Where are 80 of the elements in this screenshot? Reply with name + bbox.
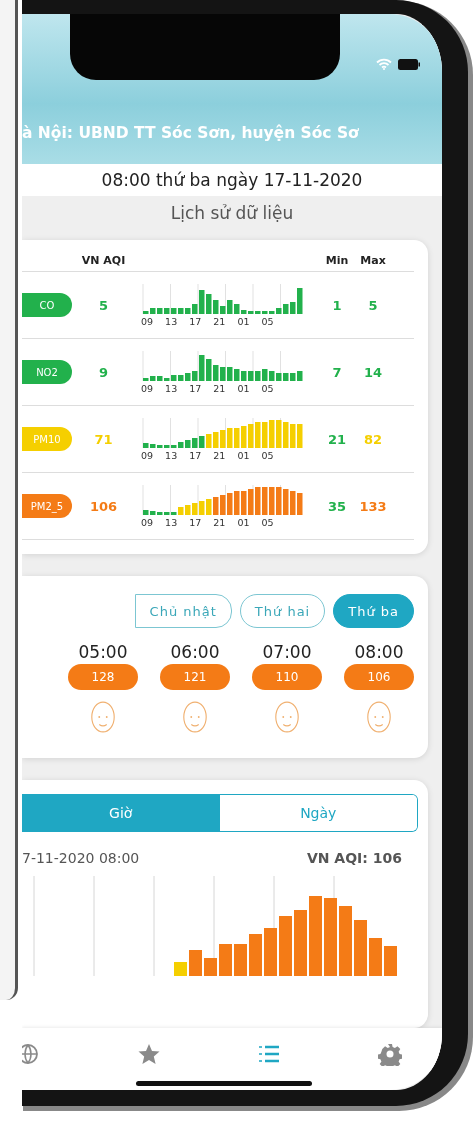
chart-bar xyxy=(234,944,247,976)
chart-bar xyxy=(339,906,352,976)
wifi-icon xyxy=(376,58,392,70)
chart-bar xyxy=(264,928,277,976)
battery-icon xyxy=(398,58,420,70)
hour-tick: 09 xyxy=(141,382,154,394)
hour-tick: 13 xyxy=(165,315,178,327)
aqi-badge: 110 xyxy=(252,664,322,690)
hour-time: 05:00 xyxy=(78,642,128,662)
hour-tick: 13 xyxy=(165,516,178,528)
column-header: VN AQI xyxy=(80,254,127,267)
pollutant-badge: PM10 xyxy=(22,427,72,451)
hour-tick: 05 xyxy=(261,449,274,461)
chart-bar xyxy=(294,910,307,976)
hour-tick: 21 xyxy=(213,315,226,327)
hour-tick: 05 xyxy=(261,382,274,394)
min-value: 1 xyxy=(331,297,343,313)
face-icon xyxy=(181,700,209,734)
face-icon xyxy=(365,700,393,734)
column-header: Max xyxy=(359,254,387,267)
min-value: 35 xyxy=(326,498,348,514)
hour-tick: 17 xyxy=(189,382,202,394)
max-value: 133 xyxy=(358,498,388,514)
hour-tick: 17 xyxy=(189,449,202,461)
station-title: à Nội: UBND TT Sóc Sơn, huyện Sóc Sơ xyxy=(22,124,360,142)
day-tab[interactable]: Thứ ba xyxy=(333,594,414,628)
hour-tick: 17 xyxy=(189,516,202,528)
chart-bar xyxy=(204,958,217,976)
column-header: Min xyxy=(324,254,350,267)
max-value: 14 xyxy=(362,364,384,380)
hour-tick: 21 xyxy=(213,382,226,394)
hour-tick: 09 xyxy=(141,516,154,528)
hour-tick: 09 xyxy=(141,315,154,327)
aqi-value: 106 xyxy=(88,498,119,514)
max-value: 82 xyxy=(362,431,384,447)
aqi-value: 9 xyxy=(97,364,109,380)
chart-bar xyxy=(354,920,367,976)
hour-tick: 13 xyxy=(165,382,178,394)
aqi-badge: 121 xyxy=(160,664,230,690)
hour-tick: 01 xyxy=(237,516,250,528)
chart-bar xyxy=(219,944,232,976)
hour-time: 06:00 xyxy=(170,642,220,662)
timestamp: 7-11-2020 08:00 xyxy=(22,850,140,866)
max-value: 5 xyxy=(367,297,379,313)
face-icon xyxy=(273,700,301,734)
hour-tick: 21 xyxy=(213,449,226,461)
chart-bar xyxy=(369,938,382,976)
globe-icon[interactable] xyxy=(22,1042,40,1066)
pollutant-badge: PM2_5 xyxy=(22,494,72,518)
hour-tick: 01 xyxy=(237,382,250,394)
hour-time: 08:00 xyxy=(354,642,404,662)
hour-tick: 17 xyxy=(189,315,202,327)
pollutant-badge: NO2 xyxy=(22,360,72,384)
range-tab[interactable]: Giờ xyxy=(22,795,220,831)
hour-tick: 13 xyxy=(165,449,178,461)
hour-tick: 05 xyxy=(261,516,274,528)
chart-bar xyxy=(189,950,202,976)
aqi-badge: 106 xyxy=(344,664,414,690)
day-tab[interactable]: Chủ nhật xyxy=(134,594,232,628)
min-value: 7 xyxy=(331,364,343,380)
aqi-value: 71 xyxy=(93,431,114,447)
chart-bar xyxy=(279,916,292,976)
chart-bar xyxy=(249,934,262,976)
chart-bar xyxy=(174,962,187,976)
day-tab[interactable]: Thứ hai xyxy=(239,594,326,628)
chart-bar xyxy=(384,946,397,976)
section-title: Lịch sử dữ liệu xyxy=(169,202,295,225)
aqi-reading: VN AQI: 106 xyxy=(306,850,402,866)
hour-tick: 05 xyxy=(261,315,274,327)
hour-tick: 21 xyxy=(213,516,226,528)
settings-icon[interactable] xyxy=(377,1042,402,1066)
hour-tick: 01 xyxy=(237,315,250,327)
hour-tick: 01 xyxy=(237,449,250,461)
aqi-value: 5 xyxy=(97,297,109,313)
face-icon xyxy=(89,700,117,734)
hour-tick: 09 xyxy=(141,449,154,461)
min-value: 21 xyxy=(326,431,348,447)
hour-time: 07:00 xyxy=(262,642,312,662)
pollutant-badge: CO xyxy=(22,293,72,317)
aqi-badge: 128 xyxy=(68,664,138,690)
